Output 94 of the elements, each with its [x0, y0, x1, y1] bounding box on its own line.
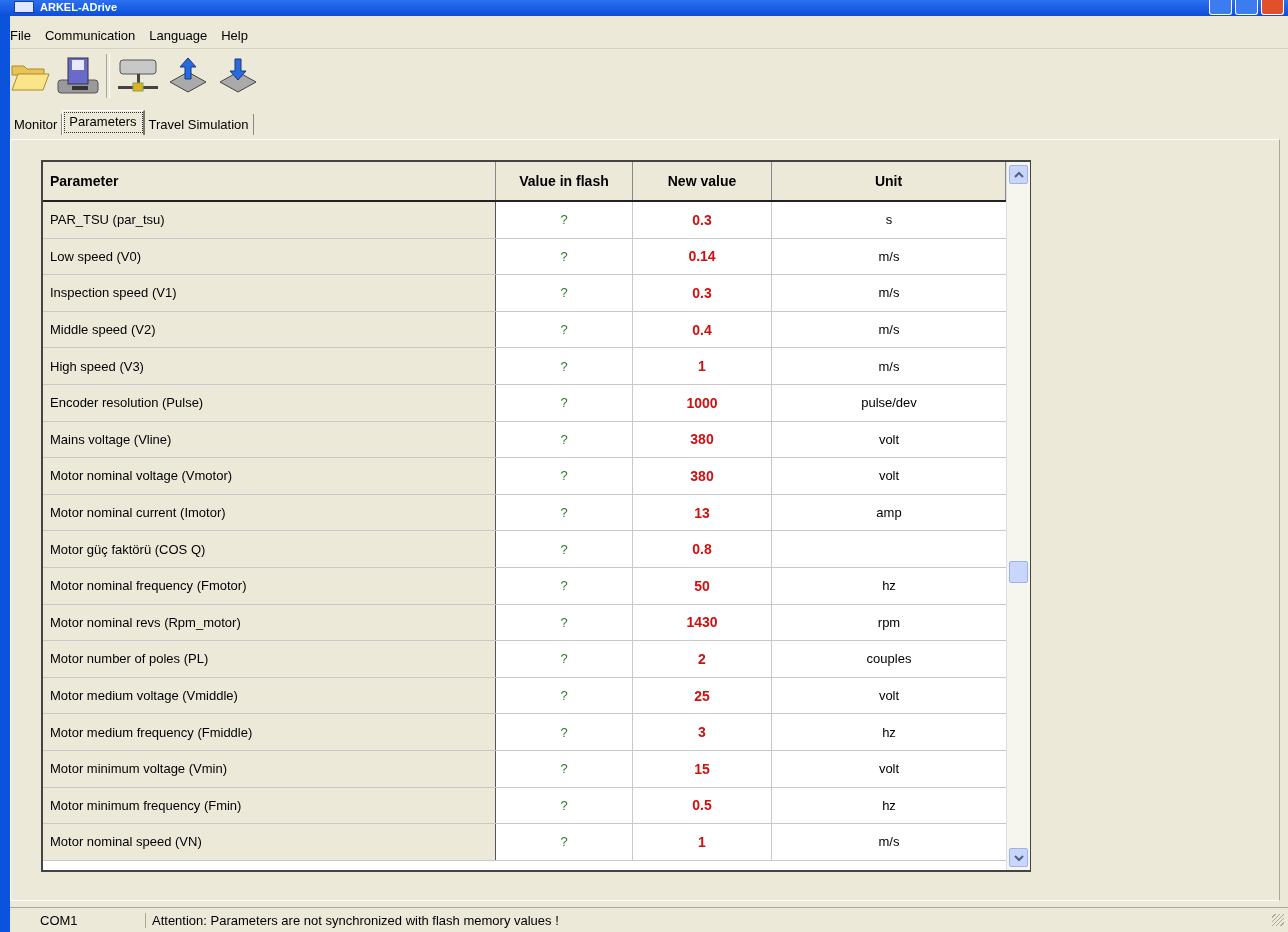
table-cell: ? [496, 641, 633, 677]
table-cell-text: volt [877, 760, 901, 779]
menu-item[interactable]: Help [221, 27, 248, 43]
table-cell: Motor nominal voltage (Vmotor) [43, 458, 496, 494]
table-cell: ? [496, 238, 633, 275]
close-button[interactable] [1261, 0, 1284, 15]
table-cell: 380 [633, 458, 772, 494]
table-cell: 50 [633, 567, 772, 604]
table-cell: ? [496, 275, 633, 311]
table-cell-text: m/s [877, 357, 901, 376]
table-cell: 13 [633, 494, 772, 531]
table-cell: Inspection speed (V1) [43, 275, 496, 311]
table-cell: ? [496, 458, 633, 494]
chevron-down-icon [1013, 853, 1024, 862]
menu-item[interactable]: Language [149, 27, 208, 43]
table-cell-text: volt [877, 467, 901, 486]
status-port: COM1 [10, 912, 146, 928]
maximize-button[interactable] [1235, 0, 1258, 15]
table-cell-text: hz [881, 577, 897, 596]
table-cell: ? [496, 567, 633, 604]
table-cell: Motor nominal frequency (Fmotor) [43, 567, 496, 604]
table-cell: Motor nominal speed (VN) [43, 824, 496, 860]
table-cell: Motor nominal current (Imotor) [43, 494, 496, 531]
table-cell: ? [496, 714, 633, 750]
table-cell-text: amp [875, 504, 903, 523]
table-cell-text: m/s [877, 321, 901, 340]
column-header[interactable]: Parameter [43, 162, 496, 200]
table-cell: Motor nominal revs (Rpm_motor) [43, 604, 496, 641]
window-title: ARKEL-ADrive [40, 0, 117, 14]
table-cell: 0.3 [633, 202, 772, 238]
table-cell: Low speed (V0) [43, 238, 496, 275]
table-cell-text: m/s [877, 247, 901, 266]
table-cell: Encoder resolution (Pulse) [43, 384, 496, 421]
table-cell-text: s [884, 211, 894, 230]
table-cell: ? [496, 531, 633, 567]
table-cell: ? [496, 787, 633, 824]
table-cell-text: m/s [877, 833, 901, 852]
table-cell-text: hz [881, 723, 897, 742]
menu-item[interactable]: Communication [44, 27, 136, 43]
table-cell: Middle speed (V2) [43, 311, 496, 348]
table-cell: High speed (V3) [43, 348, 496, 384]
column-header[interactable]: New value [633, 162, 772, 200]
table-cell: ? [496, 384, 633, 421]
table-cell: ? [496, 494, 633, 531]
scroll-thumb[interactable] [1009, 561, 1028, 583]
chevron-up-icon [1013, 170, 1024, 179]
table-cell-text: rpm [876, 613, 902, 632]
table-cell-text: volt [877, 687, 901, 705]
table-cell: PAR_TSU (par_tsu) [43, 202, 496, 238]
table-cell: ? [496, 348, 633, 384]
table-cell-text: m/s [877, 284, 901, 303]
table-cell: 25 [633, 677, 772, 714]
table-cell: 0.14 [633, 238, 772, 275]
tab[interactable]: Parameters [62, 110, 145, 135]
table-cell-text: volt [877, 430, 901, 449]
table-cell: Motor minimum frequency (Fmin) [43, 787, 496, 824]
table-cell: ? [496, 604, 633, 641]
scroll-up-button[interactable] [1009, 165, 1028, 184]
floppy-disk-icon[interactable] [56, 56, 100, 96]
table-cell: ? [496, 202, 633, 238]
table-cell: ? [496, 311, 633, 348]
table-cell: 1 [633, 348, 772, 384]
table-cell-text: hz [881, 796, 897, 815]
table-cell: 15 [633, 750, 772, 787]
table-cell: 3 [633, 714, 772, 750]
table-cell: 0.3 [633, 275, 772, 311]
table-cell: Mains voltage (Vline) [43, 421, 496, 458]
resize-grip-icon[interactable] [1272, 914, 1284, 926]
table-cell: 1 [633, 824, 772, 860]
table-cell: 2 [633, 641, 772, 677]
table-cell: ? [496, 824, 633, 860]
vertical-scrollbar[interactable] [1006, 162, 1030, 870]
table-cell: ? [496, 750, 633, 787]
table-cell: 0.8 [633, 531, 772, 567]
menu-item[interactable]: File [10, 27, 31, 43]
table-cell-text: couples [865, 650, 913, 669]
status-message: Attention: Parameters are not synchronized with flash memory values ! [151, 912, 560, 928]
table-cell: Motor medium frequency (Fmiddle) [43, 714, 496, 750]
table-cell: 0.5 [633, 787, 772, 824]
table-cell: Motor minimum voltage (Vmin) [43, 750, 496, 787]
table-cell: 1430 [633, 604, 772, 641]
column-header[interactable]: Value in flash [496, 162, 633, 200]
table-cell: ? [496, 421, 633, 458]
table-cell: Motor medium voltage (Vmiddle) [43, 677, 496, 714]
table-cell: 1000 [633, 384, 772, 421]
table-cell: Motor güç faktörü (COS Q) [43, 531, 496, 567]
scroll-down-button[interactable] [1009, 848, 1028, 867]
table-cell: 380 [633, 421, 772, 458]
table-cell: ? [496, 677, 633, 714]
table-cell-text: pulse/dev [860, 394, 918, 413]
app-icon [14, 1, 34, 13]
table-cell: Motor number of poles (PL) [43, 641, 496, 677]
table-cell: 0.4 [633, 311, 772, 348]
minimize-button[interactable] [1209, 0, 1232, 15]
